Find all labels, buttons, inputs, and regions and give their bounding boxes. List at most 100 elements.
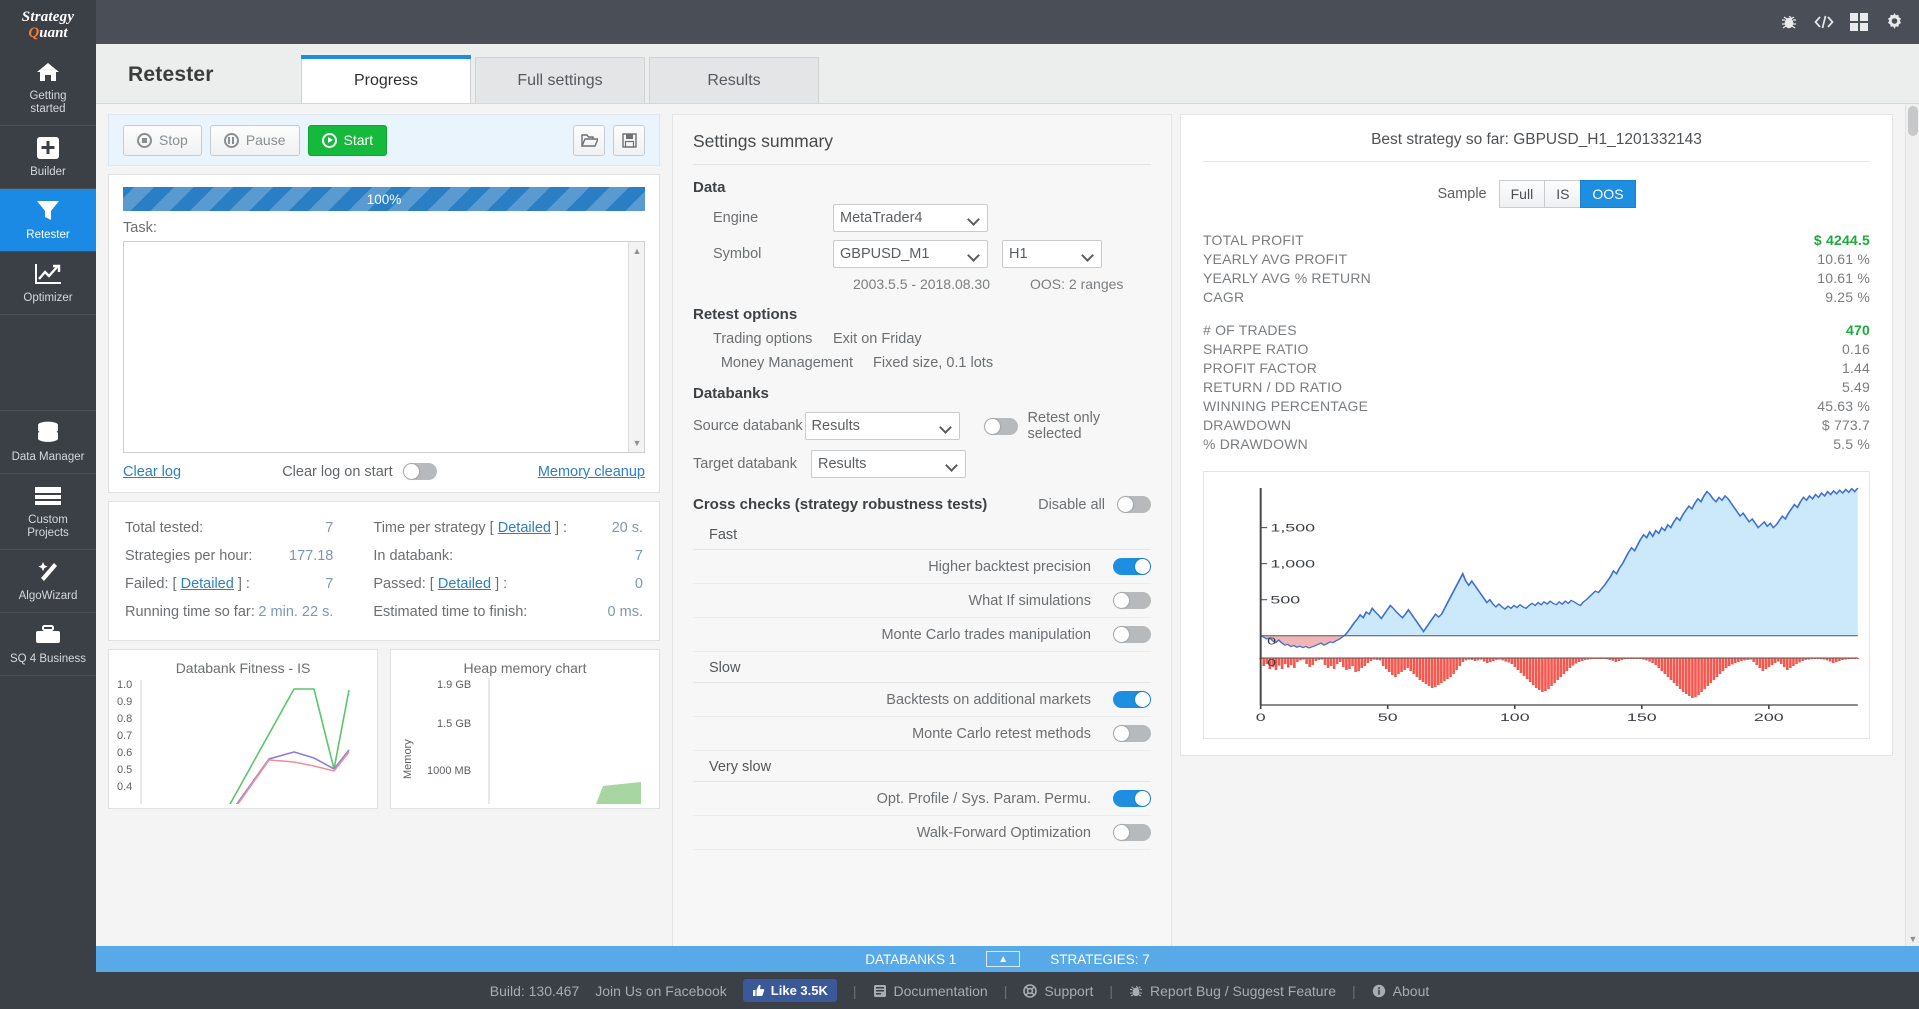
tab-progress[interactable]: Progress bbox=[301, 55, 471, 103]
statistics-table: Total tested: 7 Time per strategy [ Deta… bbox=[125, 514, 643, 626]
tab-label: Progress bbox=[353, 71, 419, 89]
scroll-down-icon[interactable]: ▼ bbox=[629, 436, 645, 450]
sidebar-item-data-manager[interactable]: Data Manager bbox=[0, 411, 96, 474]
stat-label: Total tested: bbox=[125, 520, 204, 536]
log-scrollbar[interactable]: ▲ ▼ bbox=[628, 242, 644, 452]
metric-row: WINNING PERCENTAGE 45.63 % bbox=[1203, 396, 1870, 415]
sidebar-item-getting-started[interactable]: Getting started bbox=[0, 50, 96, 126]
cross-checks-title: Cross checks (strategy robustness tests) bbox=[693, 496, 988, 513]
cc-toggle[interactable] bbox=[1113, 558, 1151, 575]
cc-toggle[interactable] bbox=[1113, 790, 1151, 807]
detailed-link[interactable]: Detailed bbox=[181, 576, 234, 592]
workspace: Stop Pause Start 100% Task: ▲ ▼ Clear lo… bbox=[96, 104, 1905, 972]
sidebar-item-retester[interactable]: Retester bbox=[0, 189, 105, 252]
scroll-up-icon[interactable]: ▲ bbox=[629, 244, 645, 258]
folder-open-icon[interactable] bbox=[573, 124, 605, 156]
svg-text:50: 50 bbox=[1378, 712, 1398, 724]
sample-option-oos[interactable]: OOS bbox=[1580, 180, 1636, 208]
workspace-scrollbar[interactable]: ▲ ▼ bbox=[1905, 104, 1919, 946]
svg-text:1000 MB: 1000 MB bbox=[427, 765, 471, 777]
svg-text:1.0: 1.0 bbox=[117, 679, 132, 691]
cc-toggle[interactable] bbox=[1113, 626, 1151, 643]
sidebar-item-custom-projects[interactable]: Custom Projects bbox=[0, 474, 96, 550]
trading-options-value: Exit on Friday bbox=[833, 331, 922, 347]
metric-key: # OF TRADES bbox=[1203, 321, 1297, 338]
svg-text:0.6: 0.6 bbox=[117, 747, 132, 759]
settings-summary-title: Settings summary bbox=[693, 131, 1151, 165]
detailed-link[interactable]: Detailed bbox=[438, 576, 491, 592]
sidebar-item-builder[interactable]: Builder bbox=[0, 126, 96, 189]
cc-row-backtests-additional-markets: Backtests on additional markets bbox=[693, 683, 1151, 717]
briefcase-icon bbox=[34, 622, 62, 648]
stop-button[interactable]: Stop bbox=[123, 124, 202, 156]
page-title: Retester bbox=[128, 63, 214, 86]
support-link[interactable]: Support bbox=[1023, 983, 1093, 999]
sidebar-item-optimizer[interactable]: Optimizer bbox=[0, 252, 96, 315]
trading-options-label: Trading options bbox=[713, 331, 813, 347]
svg-text:1,500: 1,500 bbox=[1270, 523, 1315, 535]
scrollbar-thumb[interactable] bbox=[1908, 106, 1918, 136]
report-bug-link[interactable]: Report Bug / Suggest Feature bbox=[1129, 983, 1336, 999]
timeframe-select[interactable]: H1 bbox=[1002, 240, 1102, 268]
bug-icon[interactable] bbox=[1774, 9, 1804, 35]
documentation-link[interactable]: Documentation bbox=[873, 983, 988, 999]
symbol-select[interactable]: GBPUSD_M1 bbox=[833, 240, 988, 268]
retest-only-selected-toggle[interactable] bbox=[983, 417, 1018, 435]
cc-toggle[interactable] bbox=[1113, 592, 1151, 609]
source-databank-row: Source databank Results Retest only sele… bbox=[693, 410, 1151, 442]
metric-value: 5.5 % bbox=[1833, 435, 1870, 452]
trading-options-row: Trading options Exit on Friday bbox=[693, 331, 1151, 347]
footer-separator: | bbox=[1352, 982, 1356, 999]
gear-icon[interactable] bbox=[1879, 9, 1909, 35]
detailed-link[interactable]: Detailed bbox=[498, 520, 551, 536]
stat-value: 7 bbox=[325, 520, 334, 536]
grid-icon[interactable] bbox=[1844, 9, 1874, 35]
svg-text:0.9: 0.9 bbox=[117, 696, 132, 708]
code-icon[interactable] bbox=[1809, 9, 1839, 35]
progress-bar: 100% bbox=[123, 187, 645, 211]
table-row: Running time so far: 2 min. 22 s. Estima… bbox=[125, 598, 643, 626]
cc-toggle[interactable] bbox=[1113, 725, 1151, 742]
sample-option-full[interactable]: Full bbox=[1498, 180, 1545, 208]
floppy-save-icon[interactable] bbox=[613, 124, 645, 156]
sidebar-item-sq4business[interactable]: SQ 4 Business bbox=[0, 613, 96, 676]
scroll-down-icon[interactable]: ▼ bbox=[1906, 932, 1919, 946]
progress-column: Stop Pause Start 100% Task: ▲ ▼ Clear lo… bbox=[108, 114, 660, 809]
engine-select[interactable]: MetaTrader4 bbox=[833, 204, 988, 232]
tab-full-settings[interactable]: Full settings bbox=[475, 57, 645, 103]
results-column: Best strategy so far: GBPUSD_H1_12013321… bbox=[1180, 114, 1893, 972]
sidebar-item-algowizard[interactable]: AlgoWizard bbox=[0, 550, 96, 613]
logo-line-1: Strategy bbox=[21, 8, 75, 25]
status-bar: DATABANKS 1 ▲ STRATEGIES: 7 bbox=[96, 946, 1919, 972]
cc-toggle[interactable] bbox=[1113, 824, 1151, 841]
list-icon bbox=[34, 483, 62, 509]
chevron-up-icon[interactable]: ▲ bbox=[986, 951, 1021, 967]
like-count: Like 3.5K bbox=[770, 983, 828, 998]
disable-all-toggle[interactable] bbox=[1117, 496, 1151, 513]
log-textarea[interactable]: ▲ ▼ bbox=[123, 241, 645, 453]
engine-label: Engine bbox=[713, 210, 759, 226]
about-link[interactable]: About bbox=[1372, 983, 1429, 999]
clear-log-link[interactable]: Clear log bbox=[123, 464, 181, 480]
cc-label: Backtests on additional markets bbox=[886, 691, 1091, 708]
pause-button[interactable]: Pause bbox=[209, 124, 300, 156]
facebook-like-button[interactable]: Like 3.5K bbox=[742, 979, 837, 1002]
target-databank-select[interactable]: Results bbox=[811, 450, 966, 478]
memory-cleanup-link[interactable]: Memory cleanup bbox=[538, 464, 645, 480]
source-databank-select[interactable]: Results bbox=[804, 412, 960, 440]
cc-toggle[interactable] bbox=[1113, 691, 1151, 708]
svg-text:0.8: 0.8 bbox=[117, 713, 132, 725]
metric-value: 5.49 bbox=[1841, 378, 1870, 395]
start-button[interactable]: Start bbox=[307, 124, 388, 156]
metric-value: 0.16 bbox=[1841, 340, 1870, 357]
group-databanks: Databanks bbox=[693, 385, 769, 402]
heap-memory-chart: Heap memory chart 1.9 GB 1.5 GB 1000 MB … bbox=[390, 649, 660, 809]
clear-on-start-toggle[interactable] bbox=[402, 463, 437, 480]
stat-label-2: In databank: bbox=[373, 548, 454, 564]
facebook-link[interactable]: Join Us on Facebook bbox=[595, 983, 727, 999]
svg-text:0: 0 bbox=[1267, 636, 1276, 647]
sample-option-is[interactable]: IS bbox=[1544, 180, 1581, 208]
data-range-info: 2003.5.5 - 2018.08.30 OOS: 2 ranges bbox=[693, 276, 1151, 292]
line-chart-icon bbox=[34, 261, 62, 287]
tab-results[interactable]: Results bbox=[649, 57, 819, 103]
